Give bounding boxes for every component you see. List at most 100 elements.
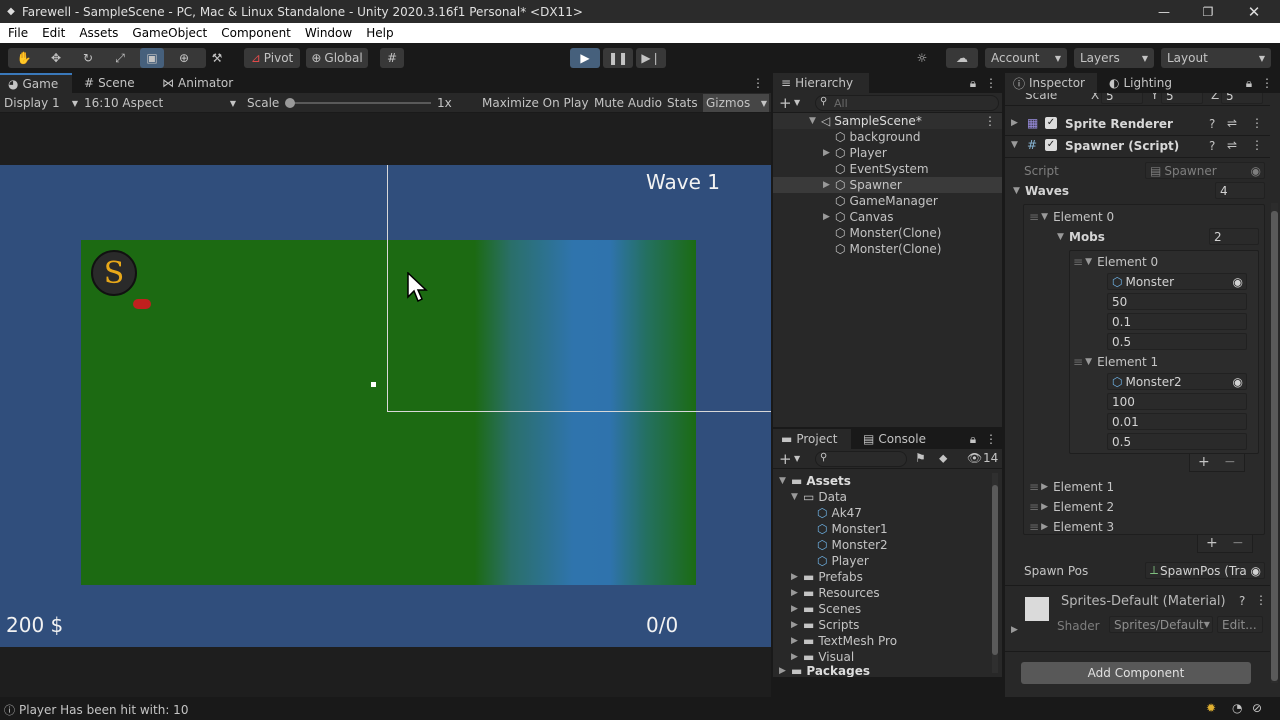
menu-edit[interactable]: Edit	[35, 26, 72, 40]
help-icon[interactable]: ?	[1209, 117, 1215, 131]
hidden-packages-icon[interactable]: 👁︎	[967, 451, 982, 465]
scale-slider[interactable]	[286, 102, 431, 104]
folder-prefabs[interactable]: ▶ ▬ Prefabs	[791, 569, 863, 585]
add-component-button[interactable]: Add Component	[1021, 662, 1251, 684]
more-options-icon[interactable]: ⋮	[1251, 116, 1263, 130]
folder-textmesh-pro[interactable]: ▶ ▬ TextMesh Pro	[791, 633, 897, 649]
menu-gameobject[interactable]: GameObject	[125, 26, 214, 40]
account-dropdown[interactable]: Account ▼	[985, 48, 1067, 68]
hierarchy-search-input[interactable]: ⚲ All	[815, 95, 999, 111]
mob-element-1[interactable]: ≡ ▼ Element 1	[1073, 354, 1158, 370]
collapse-icon[interactable]: ▼	[1011, 140, 1023, 150]
tab-project[interactable]: ▬ Project	[773, 429, 851, 449]
hierarchy-item-monster-clone-2[interactable]: ⬡ Monster(Clone)	[823, 241, 941, 257]
drag-handle-icon[interactable]: ≡	[1029, 520, 1039, 534]
expand-icon[interactable]: ▶	[823, 148, 835, 158]
close-icon[interactable]: ✕	[1246, 0, 1262, 23]
tab-console[interactable]: ▤ Console	[855, 429, 934, 449]
expand-icon[interactable]: ▶	[1011, 625, 1023, 635]
display-dropdown[interactable]: Display 1 ▼	[4, 95, 78, 111]
filter-type-icon[interactable]: ⚑	[915, 451, 926, 465]
folder-visual[interactable]: ▶ ▬ Visual	[791, 649, 854, 665]
chevron-down-icon[interactable]: ▼	[794, 454, 800, 463]
folder-data[interactable]: ▼ ▭ Data	[791, 489, 847, 505]
stats-toggle[interactable]: Stats	[667, 95, 698, 111]
mob0-value-2-field[interactable]: 0.1	[1107, 313, 1247, 330]
more-options-icon[interactable]: ⋮	[1251, 138, 1263, 152]
minimize-icon[interactable]: —	[1156, 0, 1172, 23]
collapse-icon[interactable]: ▼	[1041, 212, 1053, 222]
add-icon[interactable]: +	[779, 94, 792, 112]
layers-dropdown[interactable]: Layers ▼	[1074, 48, 1154, 68]
maximize-on-play-toggle[interactable]: Maximize On Play	[482, 95, 589, 111]
enabled-checkbox[interactable]: ✓	[1045, 117, 1057, 129]
sprite-renderer-header[interactable]: ▶ ▦ ✓ Sprite Renderer ? ⇌ ⋮	[1005, 114, 1270, 136]
inspector-scrollbar[interactable]	[1271, 203, 1278, 683]
more-options-icon[interactable]: ⋮	[752, 75, 764, 91]
rect-tool-icon[interactable]: ▣	[140, 48, 164, 68]
mob0-value-3-field[interactable]: 0.5	[1107, 333, 1247, 350]
tab-game[interactable]: ◕ Game	[0, 73, 72, 93]
lock-icon[interactable]: 🔒︎	[967, 431, 979, 447]
tab-scene[interactable]: # Scene	[76, 73, 143, 93]
more-options-icon[interactable]: ⋮	[985, 75, 997, 91]
expand-icon[interactable]: ▶	[1041, 482, 1053, 492]
presets-icon[interactable]: ⇌	[1227, 116, 1237, 130]
hierarchy-item-gamemanager[interactable]: ⬡ GameManager	[823, 193, 938, 209]
object-picker-icon[interactable]: ◉	[1233, 275, 1246, 289]
more-options-icon[interactable]: ⋮	[984, 114, 996, 128]
object-picker-icon[interactable]: ◉	[1233, 375, 1246, 389]
menu-assets[interactable]: Assets	[72, 26, 125, 40]
mobs-header[interactable]: ▼ Mobs	[1057, 229, 1105, 245]
expand-icon[interactable]: ▶	[791, 588, 803, 598]
hierarchy-item-canvas[interactable]: ▶ ⬡ Canvas	[823, 209, 894, 225]
pause-button[interactable]: ❚❚	[603, 48, 633, 68]
hand-tool-icon[interactable]: ✋	[12, 48, 36, 68]
restore-icon[interactable]: ❐	[1200, 0, 1216, 23]
asset-monster1[interactable]: ⬡ Monster1	[817, 521, 888, 537]
global-toggle[interactable]: ⊕ Global	[306, 48, 368, 68]
mob0-value-1-field[interactable]: 50	[1107, 293, 1247, 310]
enabled-checkbox[interactable]: ✓	[1045, 139, 1057, 151]
grid-snap-icon[interactable]: #	[380, 48, 404, 68]
expand-icon[interactable]: ▶	[791, 652, 803, 662]
hierarchy-item-background[interactable]: ⬡ background	[823, 129, 920, 145]
expand-icon[interactable]: ▶	[791, 636, 803, 646]
mobs-size-field[interactable]: 2	[1209, 228, 1259, 245]
sun-icon[interactable]: ☼	[910, 48, 934, 68]
more-options-icon[interactable]: ⋮	[985, 431, 997, 447]
auto-generate-lighting-icon[interactable]: ⊘	[1252, 701, 1262, 715]
move-tool-icon[interactable]: ✥	[44, 48, 68, 68]
menu-file[interactable]: File	[0, 26, 35, 40]
menu-help[interactable]: Help	[359, 26, 400, 40]
collapse-icon[interactable]: ▼	[1085, 357, 1097, 367]
transform-tool-icon[interactable]: ⊕	[172, 48, 196, 68]
expand-icon[interactable]: ▶	[779, 666, 791, 676]
drag-handle-icon[interactable]: ≡	[1029, 210, 1039, 224]
shader-edit-button[interactable]: Edit...	[1217, 616, 1263, 633]
waves-header[interactable]: ▼ Waves	[1013, 183, 1069, 199]
layout-dropdown[interactable]: Layout ▼	[1161, 48, 1271, 68]
waves-size-field[interactable]: 4	[1215, 182, 1265, 199]
expand-icon[interactable]: ▶	[791, 604, 803, 614]
expand-icon[interactable]: ▶	[1041, 522, 1053, 532]
mob1-ref-field[interactable]: ⬡ Monster2 ◉	[1107, 373, 1247, 390]
tab-lighting[interactable]: ◐ Lighting	[1101, 73, 1180, 93]
presets-icon[interactable]: ⇌	[1227, 138, 1237, 152]
custom-tool-icon[interactable]: ⚒	[204, 48, 230, 68]
add-element-icon[interactable]: +	[1206, 535, 1218, 551]
wave-element-2[interactable]: ≡ ▶ Element 2	[1029, 499, 1114, 515]
label-icon[interactable]: ⬥	[939, 451, 947, 466]
tab-hierarchy[interactable]: ≡ Hierarchy	[773, 73, 869, 93]
wave-element-3[interactable]: ≡ ▶ Element 3	[1029, 519, 1114, 535]
drag-handle-icon[interactable]: ≡	[1073, 255, 1083, 269]
project-search-input[interactable]: ⚲	[815, 451, 907, 467]
expand-icon[interactable]: ▼	[791, 492, 803, 502]
hierarchy-item-monster-clone-1[interactable]: ⬡ Monster(Clone)	[823, 225, 941, 241]
lock-icon[interactable]: 🔒︎	[1243, 75, 1255, 91]
expand-icon[interactable]: ▼	[809, 116, 821, 126]
menu-window[interactable]: Window	[298, 26, 359, 40]
scrollbar-thumb[interactable]	[1271, 211, 1278, 681]
object-picker-icon[interactable]: ◉	[1251, 564, 1264, 578]
debug-icon[interactable]: ✹	[1206, 701, 1216, 715]
